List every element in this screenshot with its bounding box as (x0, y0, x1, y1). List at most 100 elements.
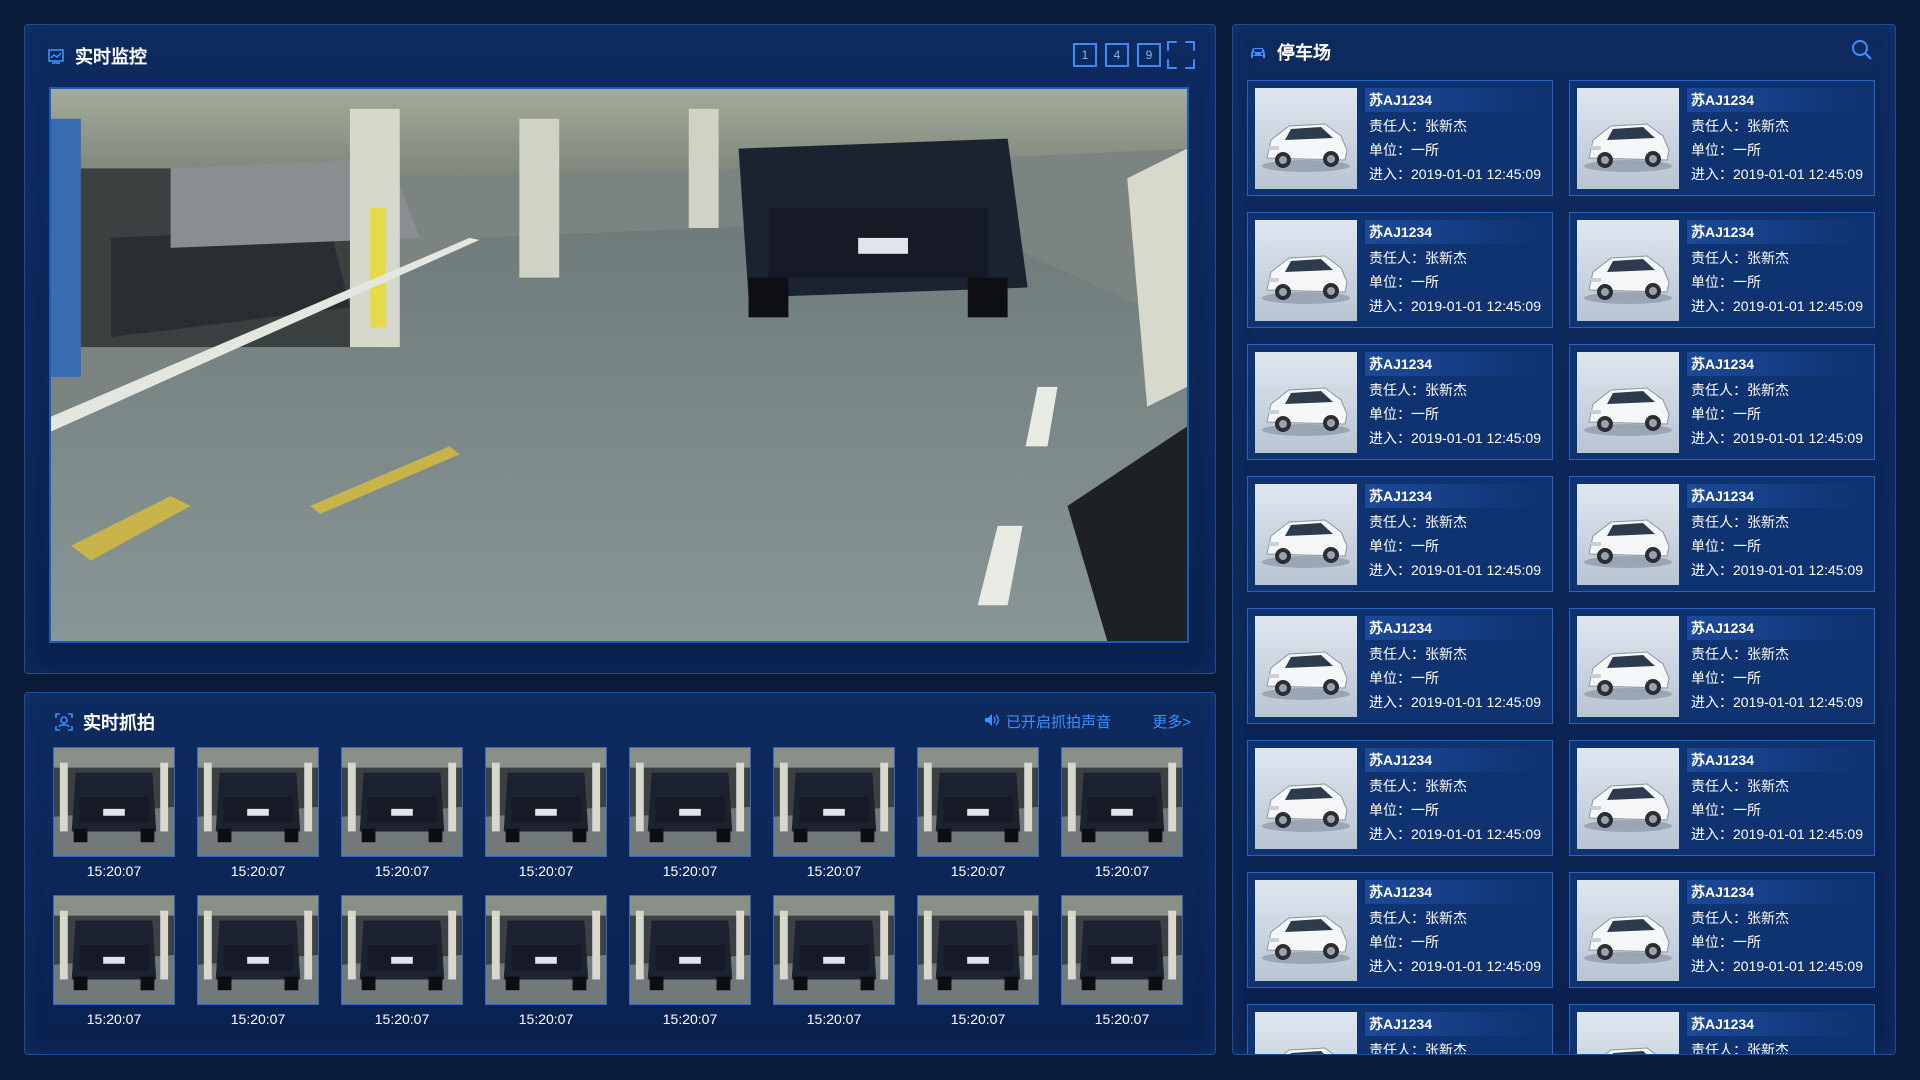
snapshot-item[interactable]: 15:20:07 (917, 895, 1039, 1029)
parking-card[interactable]: 苏AJ1234责任人：张新杰单位：一所进入：2019-01-01 12:45:0… (1247, 1004, 1553, 1055)
snapshot-item[interactable]: 15:20:07 (485, 895, 607, 1029)
parking-card[interactable]: 苏AJ1234责任人：张新杰单位：一所进入：2019-01-01 12:45:0… (1247, 80, 1553, 196)
vehicle-entry-time: 进入：2019-01-01 12:45:09 (1369, 298, 1541, 314)
monitor-panel: 实时监控 1 4 9 (24, 24, 1216, 674)
vehicle-info: 苏AJ1234责任人：张新杰单位：一所进入：2019-01-01 12:45:0… (1365, 352, 1545, 452)
vehicle-entry-time: 进入：2019-01-01 12:45:09 (1369, 958, 1541, 974)
vehicle-info: 苏AJ1234责任人：张新杰单位：一所进入：2019-01-01 12:45:0… (1687, 880, 1867, 980)
vehicle-unit: 单位：一所 (1691, 142, 1761, 158)
vehicle-plate: 苏AJ1234 (1687, 616, 1867, 640)
parking-title: 停车场 (1277, 43, 1331, 63)
capture-header: 实时抓拍 (55, 709, 155, 735)
snapshot-item[interactable]: 15:20:07 (1061, 747, 1183, 881)
vehicle-photo (1577, 88, 1679, 189)
snapshot-item[interactable]: 15:20:07 (773, 747, 895, 881)
parking-card[interactable]: 苏AJ1234责任人：张新杰单位：一所进入：2019-01-01 12:45:0… (1569, 872, 1875, 988)
vehicle-owner: 责任人：张新杰 (1369, 1042, 1467, 1055)
parking-card[interactable]: 苏AJ1234责任人：张新杰单位：一所进入：2019-01-01 12:45:0… (1247, 344, 1553, 460)
search-icon[interactable] (1851, 39, 1873, 61)
parking-card[interactable]: 苏AJ1234责任人：张新杰单位：一所进入：2019-01-01 12:45:0… (1569, 740, 1875, 856)
snapshot-item[interactable]: 15:20:07 (629, 895, 751, 1029)
vehicle-entry-time: 进入：2019-01-01 12:45:09 (1691, 298, 1863, 314)
snapshot-item[interactable]: 15:20:07 (197, 747, 319, 881)
parking-card-list: 苏AJ1234 责任人：张新杰 单位：一所 进入：2019-01-01 12:45:0… (1247, 80, 1875, 1055)
vehicle-plate: 苏AJ1234 (1365, 616, 1545, 640)
vehicle-info: 苏AJ1234责任人：张新杰单位：一所进入：2019-01-01 12:45:0… (1687, 484, 1867, 584)
snapshot-time: 15:20:07 (374, 1011, 430, 1027)
vehicle-plate: 苏AJ1234 (1365, 880, 1545, 904)
parking-card[interactable]: 苏AJ1234责任人：张新杰单位：一所进入：2019-01-01 12:45:0… (1247, 476, 1553, 592)
snapshot-item[interactable]: 15:20:07 (53, 895, 175, 1029)
parking-card[interactable]: 苏AJ1234责任人：张新杰单位：一所进入：2019-01-01 12:45:0… (1247, 608, 1553, 724)
snapshot-time: 15:20:07 (950, 1011, 1006, 1027)
parking-card[interactable]: 苏AJ1234责任人：张新杰单位：一所进入：2019-01-01 12:45:0… (1247, 212, 1553, 328)
fullscreen-icon[interactable] (1169, 43, 1193, 67)
capture-sound-toggle[interactable]: 已开启抓拍声音 (984, 711, 1111, 732)
vehicle-entry-time: 进入：2019-01-01 12:45:09 (1691, 694, 1863, 710)
vehicle-info: 苏AJ1234责任人：张新杰单位：一所进入：2019-01-01 12:45:0… (1365, 616, 1545, 716)
car-icon (1249, 43, 1267, 61)
vehicle-info: 苏AJ1234责任人：张新杰单位：一所进入：2019-01-01 12:45:0… (1365, 1012, 1545, 1055)
vehicle-unit: 单位：一所 (1369, 406, 1439, 422)
vehicle-photo (1255, 1012, 1357, 1054)
parking-card[interactable]: 苏AJ1234责任人：张新杰单位：一所进入：2019-01-01 12:45:0… (1569, 1004, 1875, 1054)
vehicle-entry-time: 进入：2019-01-01 12:45:09 (1691, 958, 1863, 974)
snapshot-item[interactable]: 15:20:07 (773, 895, 895, 1029)
vehicle-plate: 苏AJ1234 (1365, 88, 1545, 112)
vehicle-plate: 苏AJ1234 (1687, 352, 1867, 376)
snapshot-item[interactable]: 15:20:07 (341, 747, 463, 881)
capture-title: 实时抓拍 (83, 713, 155, 733)
parking-card[interactable]: 苏AJ1234责任人：张新杰单位：一所进入：2019-01-01 12:45:0… (1247, 740, 1553, 856)
vehicle-photo (1255, 616, 1357, 717)
snapshot-time: 15:20:07 (230, 1011, 286, 1027)
parking-card[interactable]: 苏AJ1234 责任人：张新杰单位：一所进入：2019-01-01 12:45:0… (1569, 212, 1875, 328)
parking-card[interactable]: 苏AJ1234责任人：张新杰单位：一所进入：2019-01-01 12:45:0… (1569, 344, 1875, 460)
snapshot-grid: 15:20:07 15:20:07 15:20:07 15:20:07 15:20:07… (53, 747, 1183, 1029)
vehicle-info: 苏AJ1234责任人：张新杰单位：一所进入：2019-01-01 12:45:0… (1365, 220, 1545, 320)
snapshot-time: 15:20:07 (806, 1011, 862, 1027)
vehicle-entry-time: 进入：2019-01-01 12:45:09 (1369, 826, 1541, 842)
more-link[interactable]: 更多> (1152, 711, 1191, 732)
vehicle-info: 苏AJ1234责任人：张新杰单位：一所进入：2019-01-01 12:45:0… (1365, 484, 1545, 584)
live-video-feed[interactable] (49, 87, 1189, 643)
vehicle-plate: 苏AJ1234 (1365, 1012, 1545, 1036)
snapshot-image (773, 895, 895, 1005)
snapshot-image (1061, 895, 1183, 1005)
monitor-title: 实时监控 (75, 47, 147, 67)
vehicle-unit: 单位：一所 (1691, 670, 1761, 686)
vehicle-owner: 责任人：张新杰 (1691, 250, 1789, 266)
parking-card[interactable]: 苏AJ1234责任人：张新杰单位：一所进入：2019-01-01 12:45:0… (1569, 476, 1875, 592)
snapshot-item[interactable]: 15:20:07 (917, 747, 1039, 881)
snapshot-item[interactable]: 15:20:07 (197, 895, 319, 1029)
vehicle-photo (1255, 748, 1357, 849)
view-9-button[interactable]: 9 (1137, 43, 1161, 67)
vehicle-unit: 单位：一所 (1691, 802, 1761, 818)
vehicle-photo (1255, 484, 1357, 585)
vehicle-unit: 单位：一所 (1691, 274, 1761, 290)
vehicle-plate: 苏AJ1234 (1365, 220, 1545, 244)
snapshot-image (197, 747, 319, 857)
snapshot-item[interactable]: 15:20:07 (1061, 895, 1183, 1029)
vehicle-owner: 责任人：张新杰 (1369, 118, 1467, 134)
snapshot-item[interactable]: 15:20:07 (53, 747, 175, 881)
vehicle-photo (1577, 880, 1679, 981)
view-4-button[interactable]: 4 (1105, 43, 1129, 67)
vehicle-info: 苏AJ1234 责任人：张新杰单位：一所进入：2019-01-01 12:45:0… (1687, 220, 1867, 320)
snapshot-item[interactable]: 15:20:07 (341, 895, 463, 1029)
snapshot-time: 15:20:07 (86, 863, 142, 879)
vehicle-owner: 责任人：张新杰 (1369, 514, 1467, 530)
snapshot-item[interactable]: 15:20:07 (629, 747, 751, 881)
vehicle-owner: 责任人：张新杰 (1691, 514, 1789, 530)
vehicle-owner: 责任人：张新杰 (1691, 646, 1789, 662)
view-1-button[interactable]: 1 (1073, 43, 1097, 67)
vehicle-plate: 苏AJ1234 (1687, 880, 1867, 904)
vehicle-plate: 苏AJ1234 (1687, 220, 1867, 244)
vehicle-entry-time: 进入：2019-01-01 12:45:09 (1691, 166, 1863, 182)
parking-card[interactable]: 苏AJ1234责任人：张新杰单位：一所进入：2019-01-01 12:45:0… (1569, 80, 1875, 196)
snapshot-item[interactable]: 15:20:07 (485, 747, 607, 881)
vehicle-plate: 苏AJ1234 (1687, 88, 1867, 112)
parking-card[interactable]: 苏AJ1234 责任人：张新杰单位：一所进入：2019-01-01 12:45:0… (1569, 608, 1875, 724)
parking-card[interactable]: 苏AJ1234责任人：张新杰单位：一所进入：2019-01-01 12:45:0… (1247, 872, 1553, 988)
snapshot-time: 15:20:07 (374, 863, 430, 879)
vehicle-entry-time: 进入：2019-01-01 12:45:09 (1369, 430, 1541, 446)
